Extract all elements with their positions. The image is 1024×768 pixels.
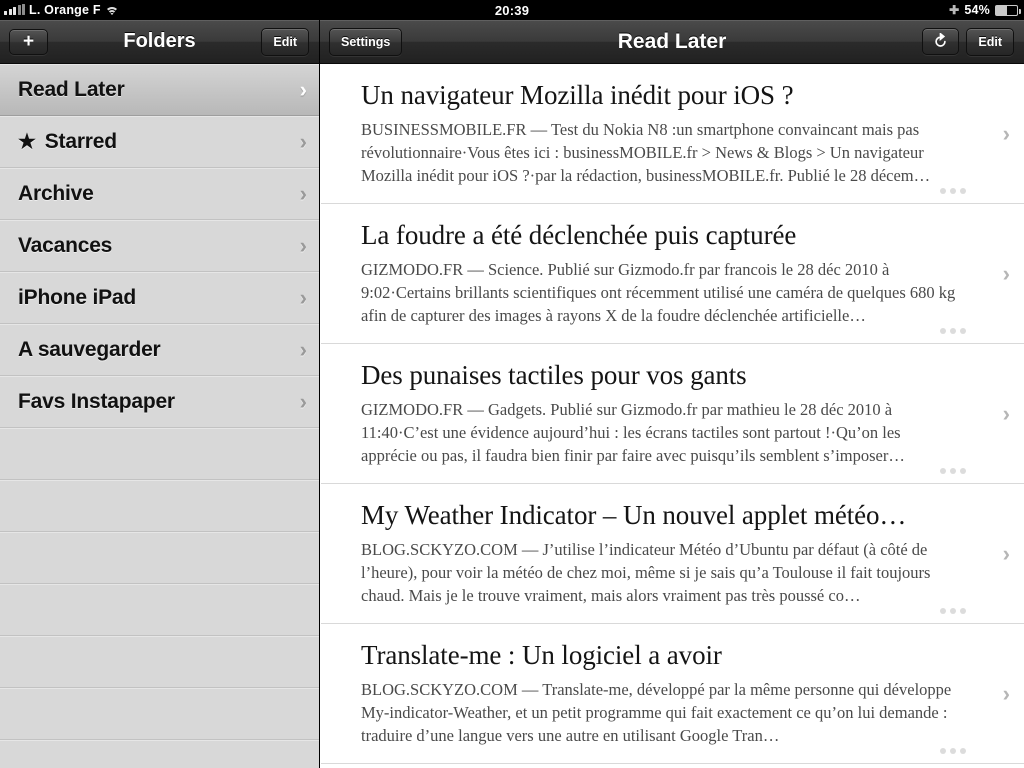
page-title: Read Later: [617, 29, 727, 53]
chevron-right-icon: ›: [1002, 680, 1010, 706]
sidebar-item-label-wrap: Vacances: [18, 234, 112, 258]
article-row[interactable]: Des punaises tactiles pour vos gants GIZM…: [321, 344, 1024, 484]
article-progress-dots: [940, 328, 966, 334]
article-title: Des punaises tactiles pour vos gants: [361, 360, 747, 390]
content-navbar-left-group: Settings: [320, 27, 403, 56]
sidebar-item-label-wrap: Favs Instapaper: [18, 390, 175, 414]
article-excerpt: GIZMODO.FR — Gadgets. Publié sur Gizmodo…: [361, 400, 905, 465]
sidebar-item-label: Read Later: [18, 77, 125, 101]
article-excerpt: GIZMODO.FR — Science. Publié sur Gizmodo…: [361, 260, 956, 325]
ipad-instapaper-app: L. Orange F 20:39 ✚ 54% + Folders Edit S…: [0, 0, 1024, 768]
status-bar-right: ✚ 54%: [949, 3, 1021, 17]
sidebar-item-starred[interactable]: ★ Starred ›: [0, 116, 319, 168]
content-edit-button[interactable]: Edit: [966, 27, 1014, 56]
chevron-right-icon: ›: [1002, 540, 1010, 566]
content-navbar: Settings Read Later Edit: [320, 20, 1024, 64]
folders-list: Read Later › ★ Starred › Archive › Vacances › iPh…: [0, 64, 319, 768]
sidebar-item-label: A sauvegarder: [18, 337, 161, 361]
sidebar-item-label: Starred: [44, 129, 117, 153]
refresh-icon: [935, 33, 947, 47]
article-excerpt: BLOG.SCKYZO.COM — J’utilise l’indicateur…: [361, 540, 931, 605]
sidebar-item-label-wrap: Archive: [18, 182, 94, 206]
article-excerpt: BUSINESSMOBILE.FR — Test du Nokia N8 :un…: [361, 120, 931, 185]
sidebar-item-label-wrap: ★ Starred: [18, 130, 117, 154]
sidebar-navbar-left-group: +: [0, 28, 49, 55]
chevron-right-icon: ›: [299, 232, 307, 258]
chevron-right-icon: ›: [1002, 260, 1010, 286]
sidebar-empty-row: [0, 428, 319, 480]
chevron-right-icon: ›: [299, 284, 307, 310]
sidebar-item-a-sauvegarder[interactable]: A sauvegarder ›: [0, 324, 319, 376]
article-progress-dots: [940, 468, 966, 474]
sidebar-empty-row: [0, 636, 319, 688]
article-title: Translate-me : Un logiciel a avoir: [361, 640, 722, 670]
article-row[interactable]: La foudre a été déclenchée puis capturée…: [321, 204, 1024, 344]
chevron-right-icon: ›: [1002, 400, 1010, 426]
sidebar-item-iphone-ipad[interactable]: iPhone iPad ›: [0, 272, 319, 324]
article-list[interactable]: Un navigateur Mozilla inédit pour iOS ? B…: [321, 64, 1024, 768]
sidebar-item-label: Vacances: [18, 233, 113, 257]
article-row[interactable]: Un navigateur Mozilla inédit pour iOS ? B…: [321, 64, 1024, 204]
sidebar-item-favs-instapaper[interactable]: Favs Instapaper ›: [0, 376, 319, 428]
chevron-right-icon: ›: [299, 388, 307, 414]
article-title: La foudre a été déclenchée puis capturée: [361, 220, 797, 250]
article-list-rows: Un navigateur Mozilla inédit pour iOS ? B…: [321, 64, 1024, 764]
sidebar-navbar-right-group: Edit: [261, 27, 319, 56]
battery-icon: [995, 4, 1021, 16]
sidebar-navbar: + Folders Edit: [0, 20, 320, 64]
chevron-right-icon: ›: [299, 336, 307, 362]
sidebar-empty-row: [0, 688, 319, 740]
sidebar-item-archive[interactable]: Archive ›: [0, 168, 319, 220]
article-row[interactable]: My Weather Indicator – Un nouvel applet …: [321, 484, 1024, 624]
sidebar-empty-row: [0, 584, 319, 636]
sidebar-item-label-wrap: Read Later: [18, 78, 125, 102]
chevron-right-icon: ›: [299, 76, 307, 102]
sidebar-item-label-wrap: iPhone iPad: [18, 286, 136, 310]
sidebar-empty-row: [0, 480, 319, 532]
article-progress-dots: [940, 748, 966, 754]
sidebar-empty-row: [0, 532, 319, 584]
folders-sidebar[interactable]: Read Later › ★ Starred › Archive › Vacances › iPh…: [0, 64, 320, 768]
refresh-button[interactable]: [922, 28, 960, 55]
battery-percent-label: 54%: [964, 3, 990, 17]
article-excerpt: BLOG.SCKYZO.COM — Translate-me, développ…: [361, 680, 952, 745]
article-row[interactable]: Translate-me : Un logiciel a avoir BLOG.S…: [321, 624, 1024, 764]
sidebar-item-label: Archive: [18, 181, 94, 205]
status-bar: L. Orange F 20:39 ✚ 54%: [0, 0, 1024, 20]
star-icon: ★: [18, 130, 36, 153]
status-bar-clock: 20:39: [494, 2, 530, 18]
sidebar-item-label: Favs Instapaper: [18, 389, 175, 413]
sidebar-item-read-later[interactable]: Read Later ›: [0, 64, 319, 116]
article-progress-dots: [940, 188, 966, 194]
chevron-right-icon: ›: [299, 180, 307, 206]
article-title: My Weather Indicator – Un nouvel applet …: [361, 500, 907, 530]
sidebar-item-vacances[interactable]: Vacances ›: [0, 220, 319, 272]
add-folder-button[interactable]: +: [9, 28, 49, 55]
article-title: Un navigateur Mozilla inédit pour iOS ?: [361, 80, 794, 110]
sidebar-empty-row: [0, 740, 319, 768]
article-progress-dots: [940, 608, 966, 614]
sidebar-item-label: iPhone iPad: [18, 285, 136, 309]
chevron-right-icon: ›: [1002, 120, 1010, 146]
chevron-right-icon: ›: [299, 128, 307, 154]
settings-button[interactable]: Settings: [329, 27, 403, 56]
content-navbar-right-group: Edit: [922, 27, 1024, 56]
sidebar-item-label-wrap: A sauvegarder: [18, 338, 161, 362]
sidebar-edit-button[interactable]: Edit: [261, 27, 309, 56]
bluetooth-icon: ✚: [949, 3, 960, 17]
